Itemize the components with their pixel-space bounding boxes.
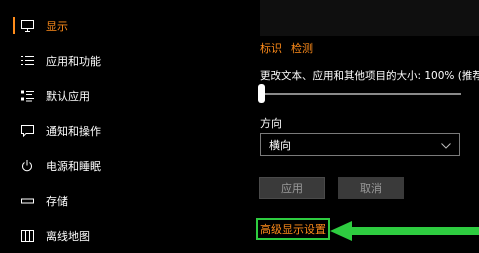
sidebar-item-label: 默认应用 xyxy=(46,89,90,103)
identify-detect-links: 标识 检测 xyxy=(260,40,322,56)
identify-link[interactable]: 标识 xyxy=(260,42,282,55)
sidebar-item-label: 通知和操作 xyxy=(46,124,101,138)
sidebar-item-default-apps[interactable]: 默认应用 xyxy=(0,78,245,113)
advanced-link-label: 高级显示设置 xyxy=(260,223,326,236)
power-icon xyxy=(20,159,34,173)
sidebar-item-storage[interactable]: 存储 xyxy=(0,183,245,218)
orientation-dropdown[interactable]: 横向 xyxy=(260,133,460,156)
sidebar-item-label: 离线地图 xyxy=(46,229,90,243)
orientation-label: 方向 xyxy=(260,117,282,130)
advanced-display-settings-link[interactable]: 高级显示设置 xyxy=(256,218,330,240)
sidebar-item-power-sleep[interactable]: 电源和睡眠 xyxy=(0,148,245,183)
sidebar-item-display[interactable]: 显示 xyxy=(0,8,245,43)
active-indicator xyxy=(13,17,15,34)
notification-icon xyxy=(20,124,34,138)
scale-label: 更改文本、应用和其他项目的大小: 100% (推荐 xyxy=(260,70,479,82)
map-icon xyxy=(20,229,34,243)
scale-slider-thumb[interactable] xyxy=(258,84,265,103)
display-preview[interactable] xyxy=(260,0,479,36)
cancel-button[interactable]: 取消 xyxy=(338,177,404,199)
sidebar-item-label: 存储 xyxy=(46,194,68,208)
sidebar-item-apps-features[interactable]: 应用和功能 xyxy=(0,43,245,78)
sidebar-item-offline-maps[interactable]: 离线地图 xyxy=(0,218,245,253)
orientation-value: 横向 xyxy=(269,138,291,152)
sidebar-item-notifications[interactable]: 通知和操作 xyxy=(0,113,245,148)
sidebar-item-label: 电源和睡眠 xyxy=(46,159,101,173)
list-icon xyxy=(20,54,34,68)
scale-slider-track[interactable] xyxy=(262,93,461,95)
detect-link[interactable]: 检测 xyxy=(291,42,313,55)
apply-button[interactable]: 应用 xyxy=(259,177,325,199)
green-arrow-icon xyxy=(330,221,479,241)
sidebar-item-label: 显示 xyxy=(46,19,68,33)
chevron-down-icon xyxy=(441,140,451,149)
sidebar: 显示 应用和功能 默认应用 通知和操作 电源和睡眠 存储 离线地图 xyxy=(0,0,245,243)
sidebar-item-label: 应用和功能 xyxy=(46,54,101,68)
monitor-icon xyxy=(20,19,34,33)
storage-icon xyxy=(20,194,34,208)
default-apps-icon xyxy=(20,89,34,103)
